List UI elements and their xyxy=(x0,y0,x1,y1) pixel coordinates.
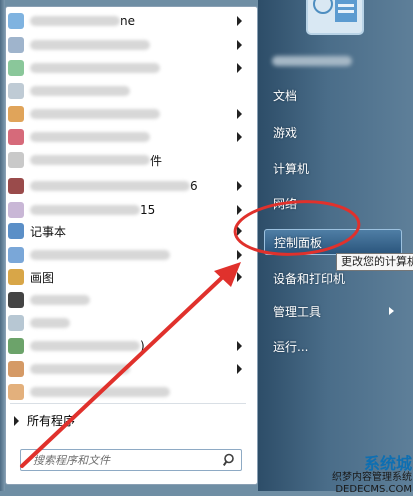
jumplist-arrow-icon[interactable] xyxy=(237,132,242,142)
program-label-blurred xyxy=(30,132,150,142)
program-icon xyxy=(8,37,24,53)
program-label-suffix: ne xyxy=(120,14,135,28)
program-item[interactable]: 画图 xyxy=(6,266,250,288)
program-label-blurred xyxy=(30,86,130,96)
program-label-blurred xyxy=(30,181,190,191)
program-label-blurred xyxy=(30,155,150,165)
program-label-suffix: 15 xyxy=(140,203,156,217)
all-programs-label: 所有程序 xyxy=(27,414,76,428)
program-label-blurred xyxy=(30,250,170,260)
program-icon xyxy=(8,292,24,308)
triangle-right-icon xyxy=(14,415,19,426)
program-label-blurred xyxy=(30,63,160,73)
places-item-label: 管理工具 xyxy=(273,305,322,319)
places-item[interactable]: 计算机 xyxy=(264,156,402,182)
program-icon xyxy=(8,202,24,218)
program-item[interactable]: 15 xyxy=(6,199,250,221)
program-label-blurred xyxy=(30,341,140,351)
program-icon xyxy=(8,83,24,99)
places-item-label: 文档 xyxy=(273,89,298,103)
program-item[interactable] xyxy=(6,289,250,311)
places-item[interactable]: 控制面板 xyxy=(264,229,402,255)
places-item-label: 设备和打印机 xyxy=(273,272,346,286)
jumplist-arrow-icon[interactable] xyxy=(237,181,242,191)
places-item-label: 网络 xyxy=(273,197,298,211)
program-icon xyxy=(8,152,24,168)
program-icon xyxy=(8,223,24,239)
program-label: 画图 xyxy=(30,270,55,285)
program-item[interactable] xyxy=(6,80,250,102)
places-item-label: 运行... xyxy=(273,340,309,354)
jumplist-arrow-icon[interactable] xyxy=(237,109,242,119)
program-item[interactable] xyxy=(6,312,250,334)
program-label-blurred xyxy=(30,205,140,215)
program-icon xyxy=(8,106,24,122)
program-label-blurred xyxy=(30,295,90,305)
program-icon xyxy=(8,247,24,263)
program-label-blurred xyxy=(30,364,130,374)
program-label-suffix: 件 xyxy=(150,153,163,168)
username-blurred xyxy=(272,56,352,66)
program-item[interactable] xyxy=(6,358,250,380)
watermark-logo: 系统城 xyxy=(363,454,412,473)
program-item[interactable] xyxy=(6,34,250,56)
separator xyxy=(10,403,246,404)
watermark: 系统城 织梦内容管理系统 DEDECMS.COM xyxy=(304,454,412,495)
jumplist-arrow-icon[interactable] xyxy=(237,63,242,73)
jumplist-arrow-icon[interactable] xyxy=(237,341,242,351)
jumplist-arrow-icon[interactable] xyxy=(237,272,242,282)
program-item[interactable] xyxy=(6,103,250,125)
program-label-blurred xyxy=(30,387,170,397)
places-item[interactable]: 管理工具 xyxy=(264,299,402,325)
program-item[interactable]: ne xyxy=(6,10,250,32)
search-input[interactable] xyxy=(21,450,225,470)
tooltip: 更改您的计算机 xyxy=(336,253,413,271)
program-item[interactable] xyxy=(6,381,250,403)
program-item[interactable] xyxy=(6,126,250,148)
program-icon xyxy=(8,338,24,354)
places-item-label: 游戏 xyxy=(273,126,298,140)
user-picture[interactable] xyxy=(305,0,365,40)
program-icon xyxy=(8,13,24,29)
places-item[interactable]: 游戏 xyxy=(264,120,402,146)
search-box[interactable] xyxy=(20,449,242,471)
program-item[interactable]: 记事本 xyxy=(6,220,250,242)
places-item[interactable]: 运行... xyxy=(264,334,402,360)
jumplist-arrow-icon[interactable] xyxy=(237,40,242,50)
watermark-line2: 织梦内容管理系统 xyxy=(332,472,412,483)
program-icon xyxy=(8,361,24,377)
submenu-arrow-icon xyxy=(389,307,394,315)
places-item[interactable]: 网络 xyxy=(264,191,402,217)
program-icon xyxy=(8,129,24,145)
program-label-blurred xyxy=(30,318,70,328)
all-programs-button[interactable]: 所有程序 xyxy=(14,412,75,429)
program-label-blurred xyxy=(30,109,160,119)
places-item-label: 控制面板 xyxy=(274,236,323,250)
program-item[interactable]: 6 xyxy=(6,175,250,197)
search-icon[interactable] xyxy=(223,453,237,467)
program-item[interactable] xyxy=(6,244,250,266)
jumplist-arrow-icon[interactable] xyxy=(237,364,242,374)
program-label: 记事本 xyxy=(30,224,67,239)
program-icon xyxy=(8,60,24,76)
places-item[interactable]: 文档 xyxy=(264,83,402,109)
program-item[interactable]: 件 xyxy=(6,149,250,171)
program-icon xyxy=(8,384,24,400)
program-label-suffix: ) xyxy=(140,339,145,353)
program-icon xyxy=(8,178,24,194)
jumplist-arrow-icon[interactable] xyxy=(237,16,242,26)
program-icon xyxy=(8,269,24,285)
program-label-blurred xyxy=(30,16,120,26)
program-icon xyxy=(8,315,24,331)
start-menu: ne 件 6 15 记事本画图) 所有程序 文档游戏计算机网络控制面板设备和打印机管理工… xyxy=(0,0,413,495)
jumplist-arrow-icon[interactable] xyxy=(237,205,242,215)
jumplist-arrow-icon[interactable] xyxy=(237,226,242,236)
watermark-line3: DEDECMS.COM xyxy=(335,484,412,495)
places-item-label: 计算机 xyxy=(273,162,310,176)
jumplist-arrow-icon[interactable] xyxy=(237,250,242,260)
program-item[interactable] xyxy=(6,57,250,79)
program-label-blurred xyxy=(30,40,150,50)
program-item[interactable]: ) xyxy=(6,335,250,357)
program-label-suffix: 6 xyxy=(190,179,198,193)
